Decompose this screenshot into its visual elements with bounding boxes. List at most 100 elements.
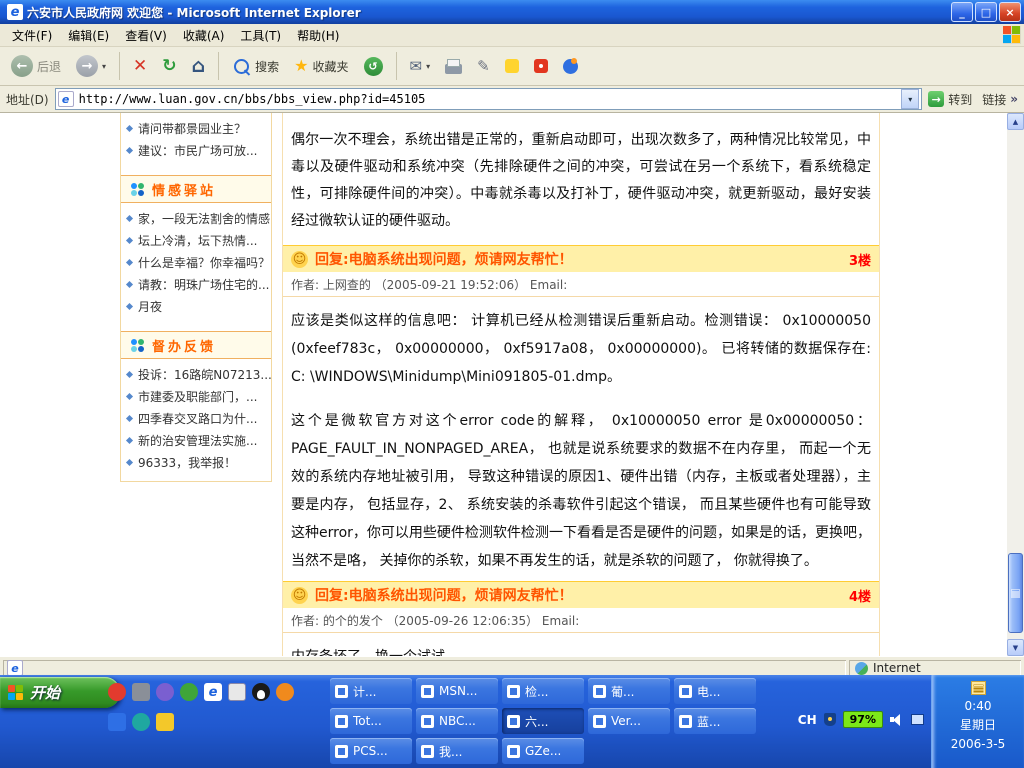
taskbar: 开始 e 计... MSN... 检... 葡... 电... Tot... N… [0,675,1024,768]
quick-launch-icon[interactable] [180,683,198,701]
scroll-thumb[interactable] [1008,553,1023,633]
edit-button[interactable]: ✎ [472,57,495,76]
window-icon [421,685,434,698]
search-button[interactable]: 搜索 [227,55,284,78]
sidebar-link[interactable]: 建议：市民广场可放... [121,139,271,161]
taskbar-button[interactable]: Tot... [330,708,412,734]
sidebar-link[interactable]: 新的治安管理法实施... [121,429,271,451]
menubar: 文件(F) 编辑(E) 查看(V) 收藏(A) 工具(T) 帮助(H) [0,24,1024,47]
forum-sidebar: 请问带都景园业主？ 建议：市民广场可放... 情感驿站 家，一段无法割舍的情感 … [120,113,272,482]
taskbar-button[interactable]: 葡... [588,678,670,704]
print-button[interactable] [440,57,467,76]
messenger-button[interactable] [500,57,524,75]
reply-paragraph: 内存条坏了，换一个试试。 [283,633,879,656]
address-url[interactable]: http://www.luan.gov.cn/bbs/bbs_view.php?… [79,92,897,106]
menu-favorites[interactable]: 收藏(A) [175,24,233,47]
quick-launch-ie-icon[interactable]: e [204,683,222,701]
address-dropdown-button[interactable]: ▾ [901,89,919,109]
taskbar-button[interactable]: 检... [502,678,584,704]
taskbar-button[interactable]: 我... [416,738,498,764]
qq-button[interactable] [529,57,553,75]
quick-launch-icon[interactable] [276,683,294,701]
back-button[interactable]: ← 后退 [6,53,66,79]
taskbar-button[interactable]: NBC... [416,708,498,734]
sidebar-link[interactable]: 96333，我举报！ [121,451,271,473]
mail-dropdown-icon[interactable]: ▾ [426,62,430,71]
sidebar-link[interactable]: 四季春交叉路口为什... [121,407,271,429]
bullet-icon [126,370,133,377]
language-indicator[interactable]: CH [798,713,817,727]
history-button[interactable]: ↺ [359,55,388,78]
taskbar-button[interactable]: PCS... [330,738,412,764]
menu-tools[interactable]: 工具(T) [232,24,289,47]
back-icon: ← [11,55,33,77]
sidebar-link[interactable]: 坛上冷清，坛下热情... [121,229,271,251]
go-button[interactable]: → 转到 [928,91,972,108]
taskbar-button[interactable]: 蓝... [674,708,756,734]
taskbar-button[interactable]: MSN... [416,678,498,704]
status-left-panel: e [3,660,846,676]
scroll-down-button[interactable]: ▼ [1007,639,1024,656]
sidebar-link[interactable]: 请教：明珠广场住宅的... [121,273,271,295]
quick-launch-icon[interactable] [132,683,150,701]
stop-button[interactable]: ✕ [128,56,152,77]
menu-edit[interactable]: 编辑(E) [60,24,117,47]
quick-launch-icon[interactable] [156,713,174,731]
quick-launch-qq-icon[interactable] [252,683,270,701]
media-button[interactable] [558,57,583,76]
quick-launch-icon[interactable] [108,713,126,731]
favorites-button[interactable]: ★ 收藏夹 [289,56,353,77]
mail-button[interactable]: ✉ ▾ [405,57,436,76]
menu-view[interactable]: 查看(V) [117,24,175,47]
refresh-button[interactable]: ↻ [157,56,181,77]
address-input[interactable]: e http://www.luan.gov.cn/bbs/bbs_view.ph… [55,88,923,110]
taskbar-button-active[interactable]: 六... [502,708,584,734]
titlebar[interactable]: e 六安市人民政府网 欢迎您 - Microsoft Internet Expl… [0,0,1024,24]
maximize-button[interactable]: □ [975,2,997,22]
links-button[interactable]: 链接 » [978,91,1018,108]
forward-dropdown-icon[interactable]: ▾ [102,62,106,71]
sidebar-link-label: 新的治安管理法实施... [138,432,257,449]
media-icon [563,59,578,74]
volume-icon[interactable] [890,713,904,726]
bullet-icon [126,436,133,443]
sidebar-link[interactable]: 投诉：16路皖N07213... [121,363,271,385]
sidebar-link-label: 请教：明珠广场住宅的... [138,276,269,293]
taskbar-clock[interactable]: 0:40 星期日 2006-3-5 [931,675,1024,768]
quick-launch-icon[interactable] [108,683,126,701]
close-button[interactable]: × [999,2,1021,22]
reply-author: 作者: 上网查的 （2005-09-21 19:52:06） Email: [283,272,879,297]
forward-button[interactable]: → ▾ [71,53,111,79]
quick-launch-icon[interactable] [228,683,246,701]
scroll-up-button[interactable]: ▲ [1007,113,1024,130]
security-tray-icon[interactable] [824,713,836,726]
sidebar-link[interactable]: 什么是幸福？你幸福吗？ [121,251,271,273]
vertical-scrollbar[interactable]: ▲ ▼ [1007,113,1024,656]
menu-help[interactable]: 帮助(H) [289,24,347,47]
start-button[interactable]: 开始 [0,677,120,708]
window-icon [335,715,348,728]
taskbar-button[interactable]: Ver... [588,708,670,734]
go-icon: → [928,91,944,107]
taskbar-button[interactable]: 计... [330,678,412,704]
sidebar-link[interactable]: 请问带都景园业主？ [121,117,271,139]
battery-indicator[interactable]: 97% [843,711,883,728]
sidebar-link-label: 建议：市民广场可放... [138,142,257,159]
home-button[interactable]: ⌂ [187,55,211,78]
quick-launch-row: e [108,683,294,701]
sidebar-link[interactable]: 月夜 [121,295,271,317]
sidebar-section-header: 情感驿站 [121,175,271,203]
reply-header: ☺ 回复:电脑系统出现问题，烦请网友帮忙！ 3楼 [283,245,879,272]
quick-launch-icon[interactable] [132,713,150,731]
taskbar-button[interactable]: 电... [674,678,756,704]
sidebar-link[interactable]: 家，一段无法割舍的情感 [121,207,271,229]
quick-launch-icon[interactable] [156,683,174,701]
window-icon [593,715,606,728]
taskbar-button[interactable]: GZe... [502,738,584,764]
sidebar-link[interactable]: 市建委及职能部门，... [121,385,271,407]
minimize-button[interactable]: _ [951,2,973,22]
network-tray-icon[interactable] [911,714,924,725]
sidebar-link-label: 月夜 [138,298,162,315]
qq-icon [534,59,548,73]
menu-file[interactable]: 文件(F) [4,24,60,47]
